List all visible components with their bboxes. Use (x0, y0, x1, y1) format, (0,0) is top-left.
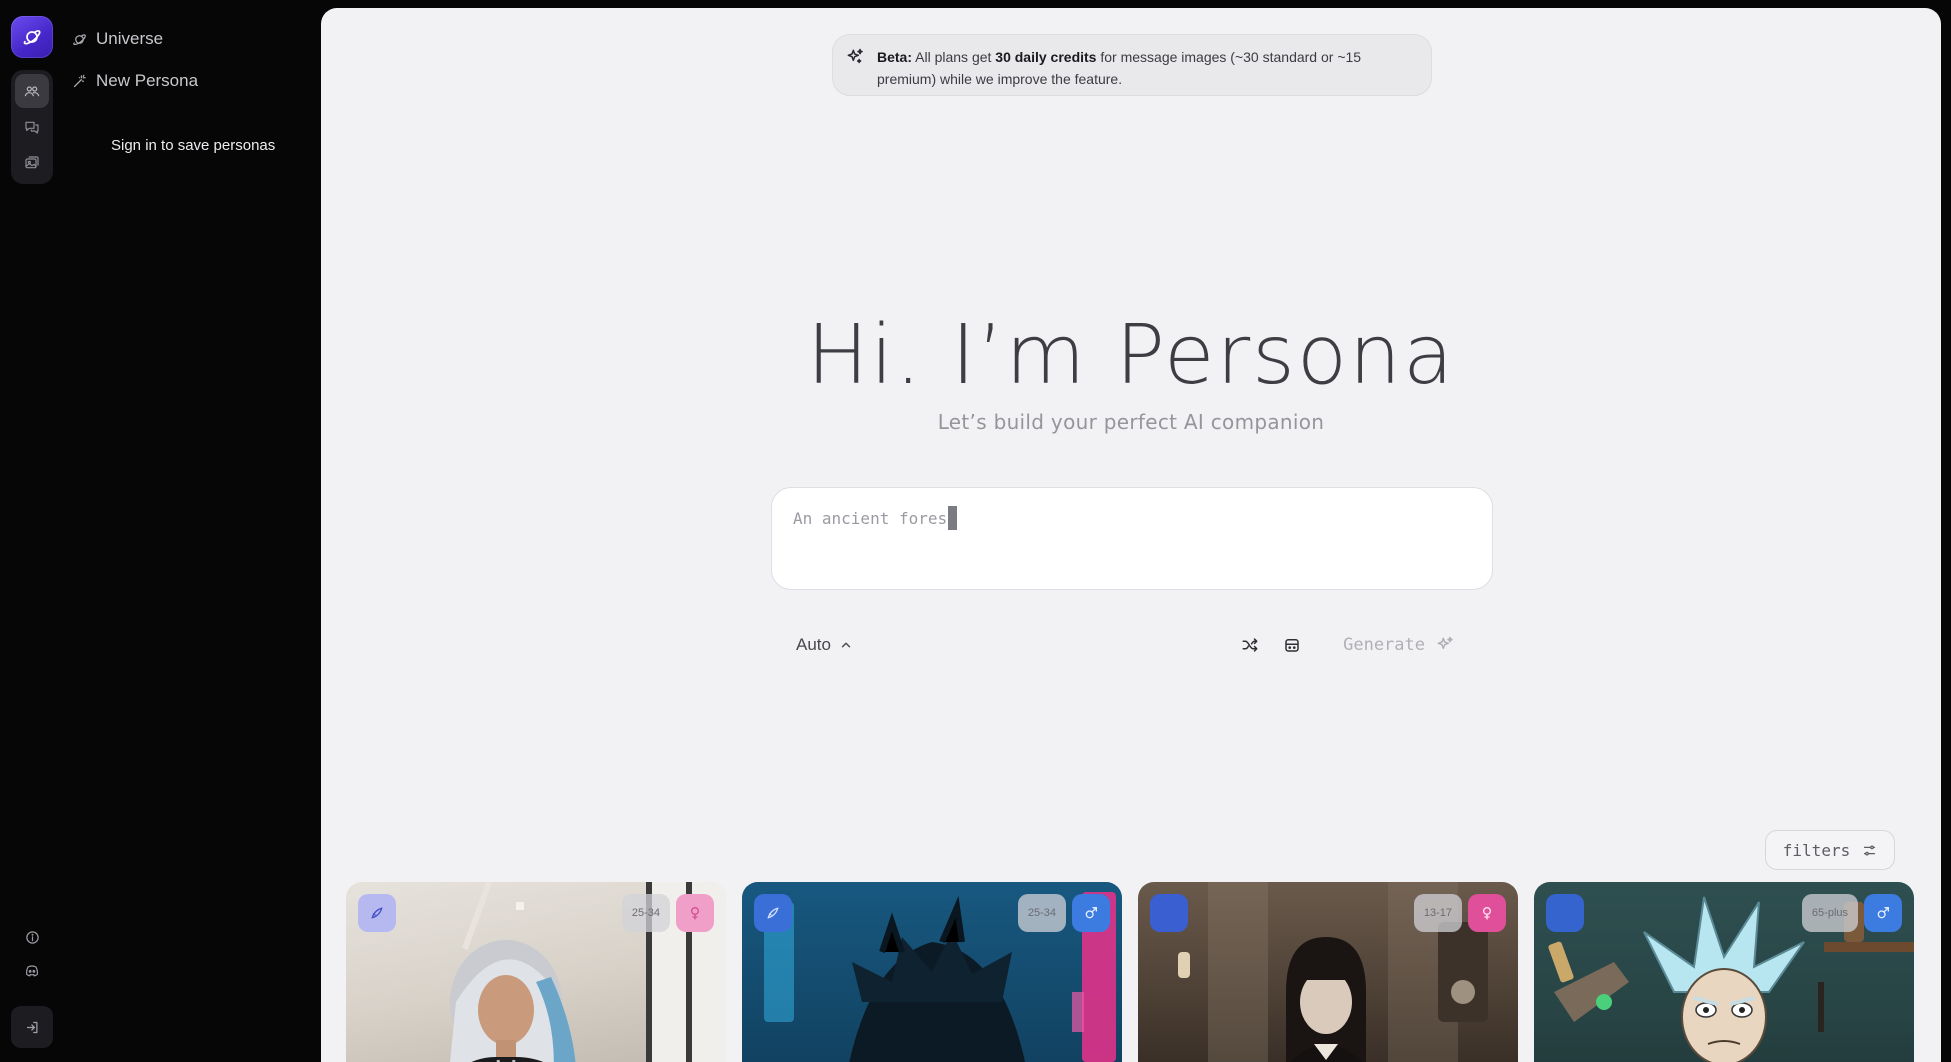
toolbar-actions: Generate (1241, 635, 1455, 655)
hero-title: Hi. I’m Persona (806, 308, 1456, 403)
persona-card[interactable]: 25-34 (346, 882, 726, 1062)
chat-icon (25, 121, 39, 134)
info-icon (25, 930, 39, 944)
age-badge: 25-34 (621, 894, 670, 932)
age-badge: 65-plus (1801, 894, 1858, 932)
icon-rail (11, 16, 53, 184)
app-logo[interactable] (11, 16, 53, 58)
shuffle-icon[interactable] (1241, 636, 1259, 654)
persona-card-badge (358, 894, 396, 932)
beta-prefix: Beta: (877, 49, 913, 65)
gender-badge (1072, 894, 1110, 932)
gender-badge (1864, 894, 1902, 932)
main-panel: Beta: All plans get 30 daily credits for… (321, 8, 1941, 1062)
planet-logo-icon (23, 30, 41, 45)
persona-card[interactable]: 65-plus (1534, 882, 1914, 1062)
male-icon (1085, 907, 1097, 919)
hero-subtitle: Let’s build your perfect AI companion (937, 410, 1325, 434)
sparkles-icon (1437, 636, 1453, 650)
persona-card[interactable]: 25-34 (742, 882, 1122, 1062)
female-icon (1483, 907, 1491, 920)
persona-card[interactable]: 13-17 (1138, 882, 1518, 1062)
female-icon (691, 907, 699, 920)
discord-button[interactable] (15, 954, 49, 988)
sign-in-icon (26, 1021, 37, 1033)
filters-button[interactable]: filters (1765, 830, 1895, 870)
personas-rail-button[interactable] (15, 74, 49, 108)
persona-cards: 25-34 25-34 13-17 65-plus (346, 882, 1914, 1062)
chevron-up-icon (841, 642, 851, 648)
sliders-icon (1864, 845, 1876, 855)
chat-rail-button[interactable] (15, 110, 49, 144)
filters-label: filters (1782, 840, 1851, 860)
male-icon (1877, 907, 1889, 919)
sparkles-icon (847, 48, 863, 64)
info-button[interactable] (15, 920, 49, 954)
sign-in-note: Sign in to save personas (111, 137, 276, 154)
gender-badge (676, 894, 714, 932)
mode-dropdown[interactable]: Auto (796, 635, 853, 655)
rail-nav-group (11, 70, 53, 184)
persona-card-badge (754, 894, 792, 932)
generate-button[interactable]: Generate (1343, 635, 1455, 655)
discord-icon (25, 965, 39, 977)
prompt-text: An ancient fores (793, 506, 958, 530)
prompt-toolbar: Auto Generate (771, 623, 1493, 667)
prompt-input[interactable]: An ancient fores (771, 487, 1493, 590)
sign-in-button[interactable] (11, 1006, 53, 1048)
text-cursor (948, 506, 958, 530)
personas-icon (24, 86, 40, 97)
beta-text: Beta: All plans get 30 daily credits for… (877, 46, 1413, 90)
rocket-icon (767, 907, 779, 919)
persona-card-badge (1150, 894, 1188, 932)
age-badge: 13-17 (1413, 894, 1462, 932)
persona-card-badge (1546, 894, 1584, 932)
sidebar-item-label: Universe (96, 29, 164, 48)
planet-icon (73, 33, 86, 45)
sidebar-item-universe[interactable]: Universe (72, 26, 198, 52)
sidebar-nav: Universe New Persona (72, 26, 198, 110)
mode-label: Auto (796, 635, 831, 654)
prompt-value: An ancient fores (793, 508, 948, 528)
sidebar-item-label: New Persona (96, 71, 199, 90)
beta-banner: Beta: All plans get 30 daily credits for… (832, 34, 1432, 96)
sidebar-item-new-persona[interactable]: New Persona (72, 68, 198, 94)
rail-bottom-group (11, 920, 53, 988)
magic-wand-icon (73, 74, 86, 87)
gender-badge (1468, 894, 1506, 932)
beta-credits: 30 daily credits (995, 49, 1097, 65)
gallery-rail-button[interactable] (15, 146, 49, 180)
dice-icon[interactable] (1283, 636, 1301, 654)
beta-part1: All plans get (912, 49, 996, 65)
age-badge: 25-34 (1017, 894, 1066, 932)
generate-label: Generate (1343, 635, 1425, 655)
gallery-icon (25, 156, 39, 169)
rocket-icon (371, 907, 383, 919)
